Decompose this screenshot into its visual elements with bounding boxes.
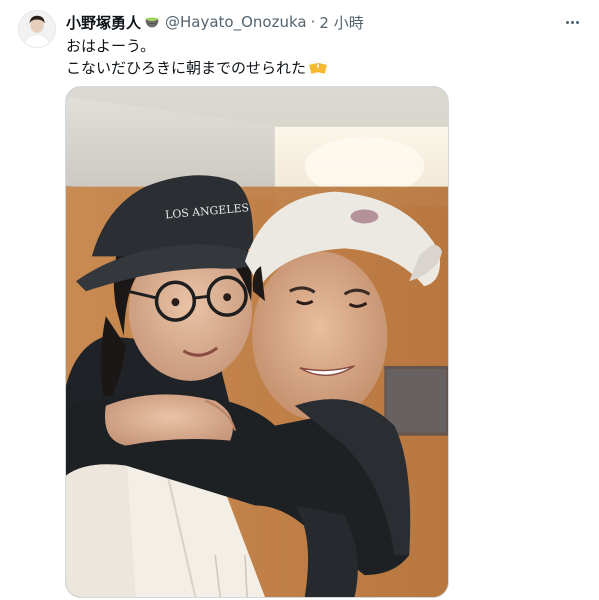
tweet-card[interactable]: 小野塚勇人 @Hayato_Onozuka · 2 小時 おはよーう。 こないだ… [0,0,599,600]
tweet-photo[interactable]: LOS ANGELES [65,86,449,598]
profile-avatar[interactable] [18,10,56,48]
matcha-icon [143,13,161,31]
tweet-text: おはよーう。 こないだひろきに朝までのせられた [66,36,566,79]
tweet-text-line-2: こないだひろきに朝までのせられた [66,59,307,77]
meta-separator: · [310,13,316,31]
tweet-header: 小野塚勇人 @Hayato_Onozuka · 2 小時 [66,11,364,33]
more-horizontal-icon[interactable] [560,10,584,34]
post-time[interactable]: 2 小時 [319,12,363,33]
tweet-text-line-2-wrap: こないだひろきに朝までのせられた [66,57,566,79]
beer-mugs-icon [308,57,328,77]
user-handle[interactable]: @Hayato_Onozuka [165,13,307,31]
display-name[interactable]: 小野塚勇人 [66,12,141,33]
tweet-text-line-1: おはよーう。 [66,37,156,55]
